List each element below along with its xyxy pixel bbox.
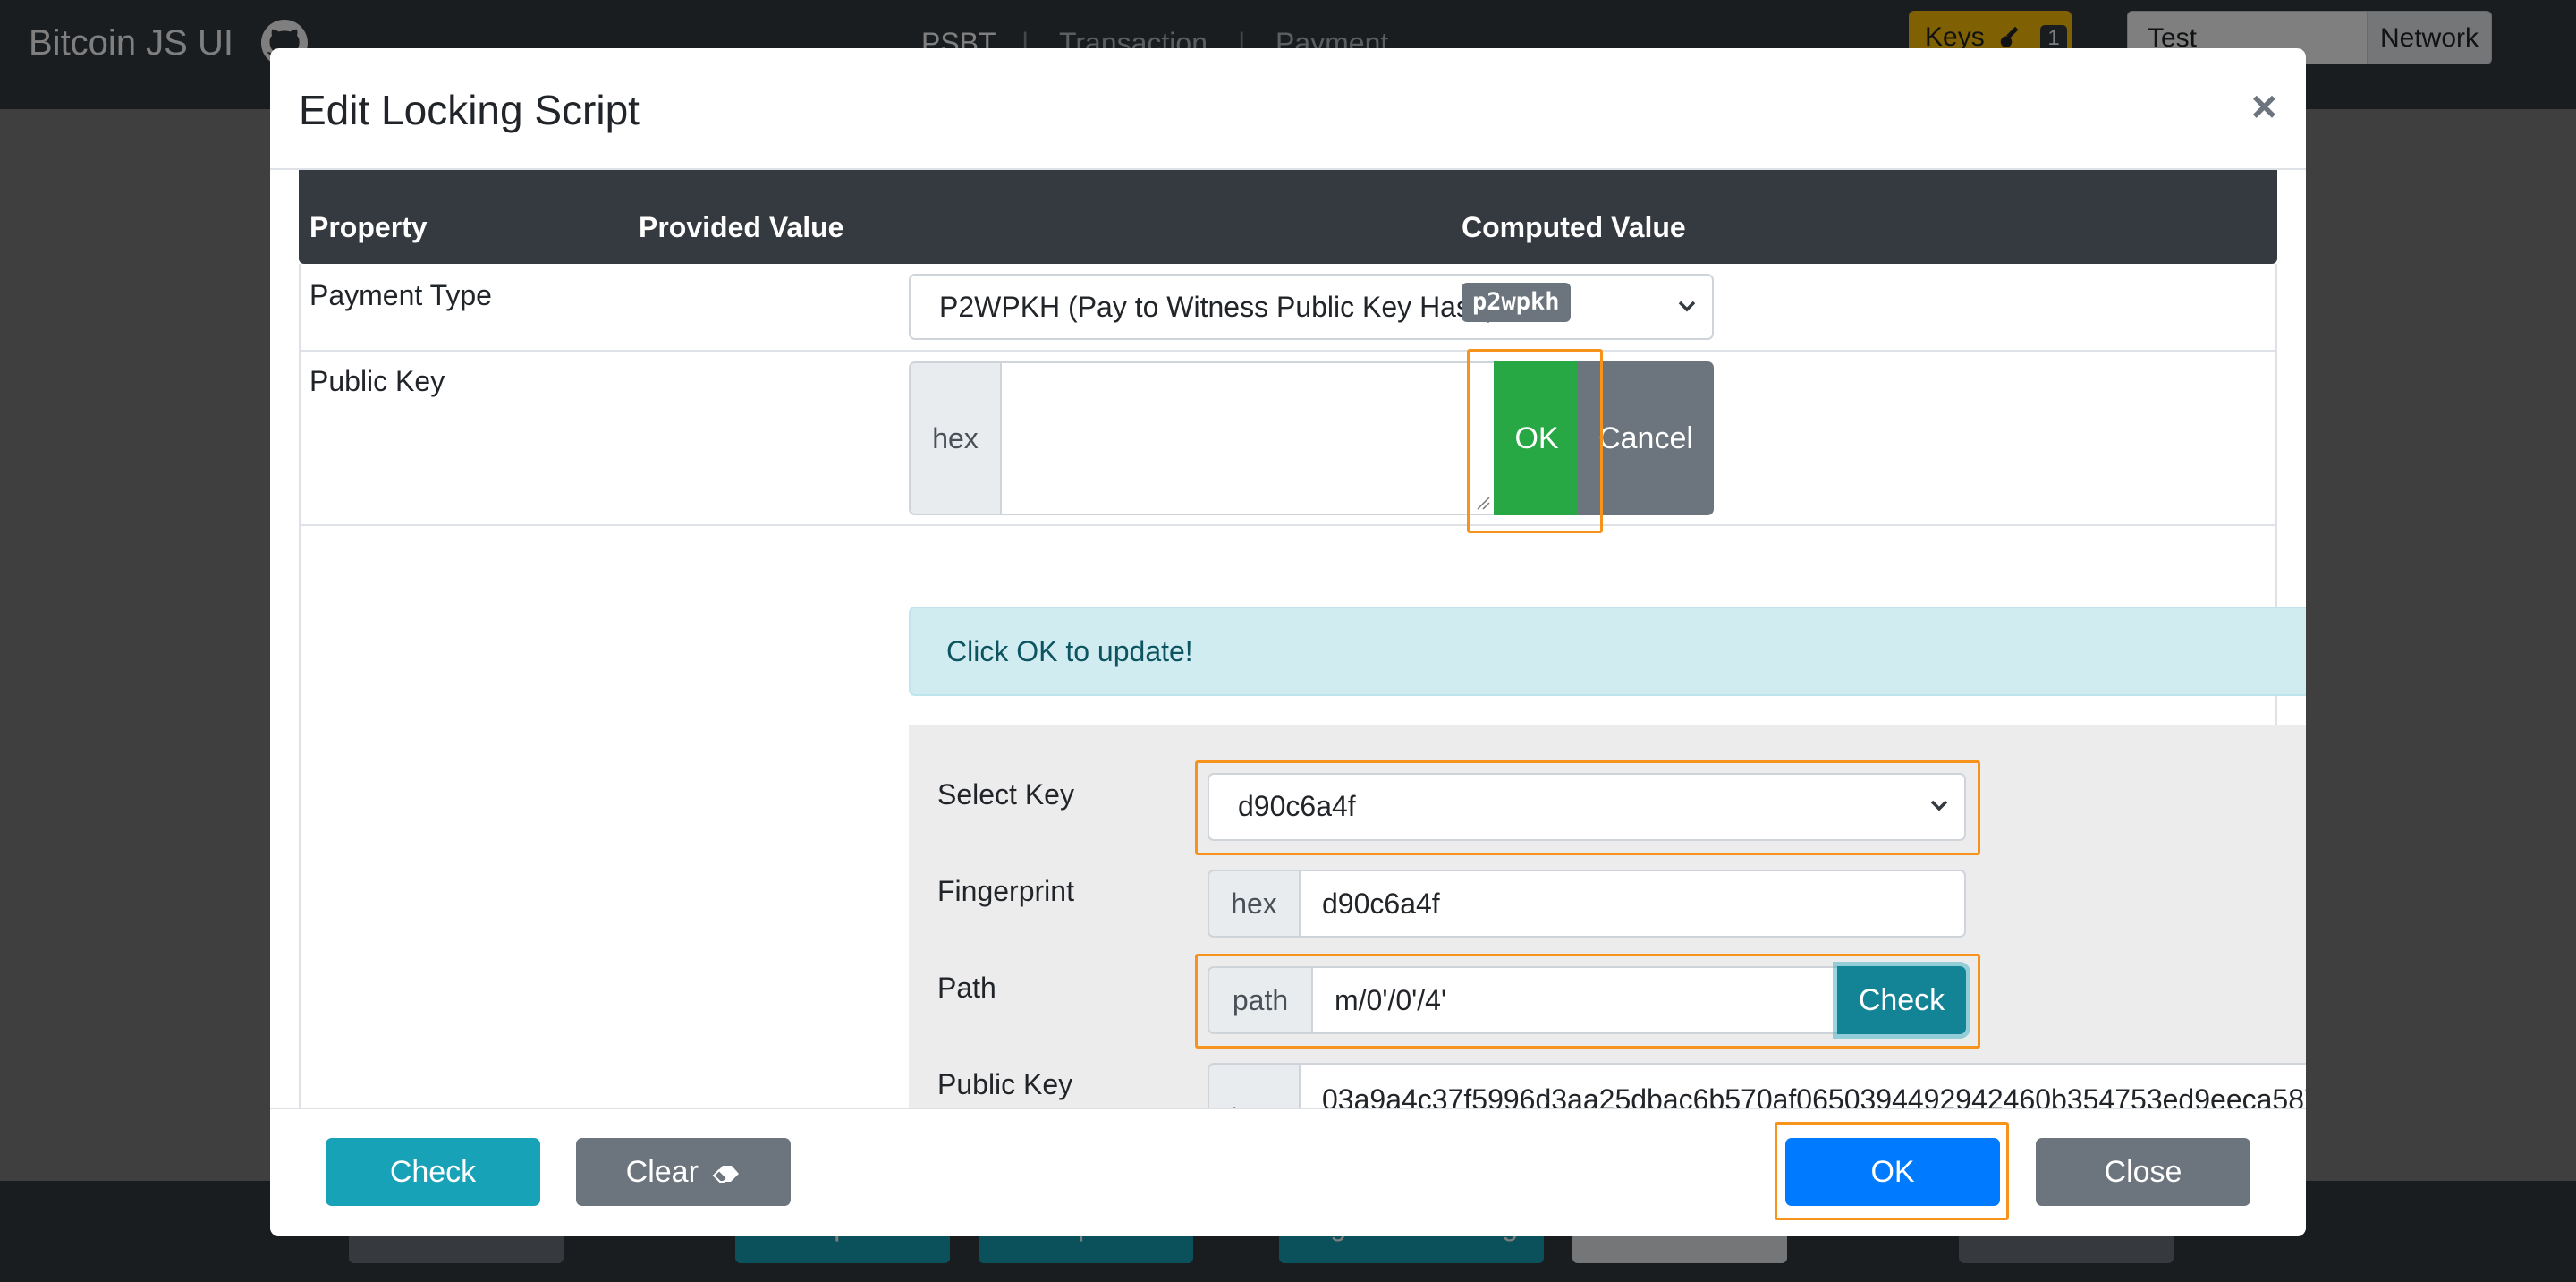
close-icon[interactable]: × <box>2251 81 2277 132</box>
derived-public-key-label: Public Key <box>937 1068 1073 1100</box>
payment-type-select[interactable]: P2WPKH (Pay to Witness Public Key Hash) <box>909 274 1714 340</box>
modal-body: Property Provided Value Computed Value P… <box>270 170 2306 1156</box>
footer-check-button[interactable]: Check <box>326 1138 540 1206</box>
eraser-icon <box>712 1166 740 1184</box>
table-border <box>299 264 301 1156</box>
footer-ok-button[interactable]: OK <box>1785 1138 2000 1206</box>
path-label: Path <box>937 972 996 1004</box>
update-alert: Click OK to update! <box>909 607 2306 696</box>
footer-clear-button[interactable]: Clear <box>576 1138 791 1206</box>
header-property: Property <box>309 211 428 243</box>
select-key-highlight <box>1195 760 1980 855</box>
key-panel: Select Key d90c6a4f Fingerprint hex d90c… <box>909 725 2306 1156</box>
modal-footer: Check Clear OK Close <box>270 1108 2306 1236</box>
ok-highlight <box>1467 349 1603 533</box>
public-key-label: Public Key <box>309 365 445 397</box>
header-computed-value: Computed Value <box>1462 211 1686 243</box>
header-provided-value: Provided Value <box>639 211 844 243</box>
modal-header: Edit Locking Script × <box>270 48 2306 170</box>
fingerprint-label: Fingerprint <box>937 875 1074 907</box>
public-key-hex-addon: hex <box>909 361 1002 515</box>
path-highlight <box>1195 954 1980 1049</box>
row-divider <box>299 350 2277 352</box>
fingerprint-hex-addon: hex <box>1208 870 1301 938</box>
footer-close-button[interactable]: Close <box>2036 1138 2250 1206</box>
computed-type-badge: p2wpkh <box>1462 283 1571 322</box>
chevron-down-icon <box>1678 301 1696 312</box>
table-header: Property Provided Value Computed Value <box>299 170 2277 264</box>
select-key-label: Select Key <box>937 778 1074 811</box>
public-key-input[interactable] <box>1000 361 1496 515</box>
payment-type-label: Payment Type <box>309 279 492 311</box>
edit-locking-script-modal: Edit Locking Script × Property Provided … <box>270 48 2306 1236</box>
fingerprint-input[interactable]: d90c6a4f <box>1299 870 1966 938</box>
row-divider <box>299 524 2277 526</box>
modal-title: Edit Locking Script <box>299 87 640 133</box>
